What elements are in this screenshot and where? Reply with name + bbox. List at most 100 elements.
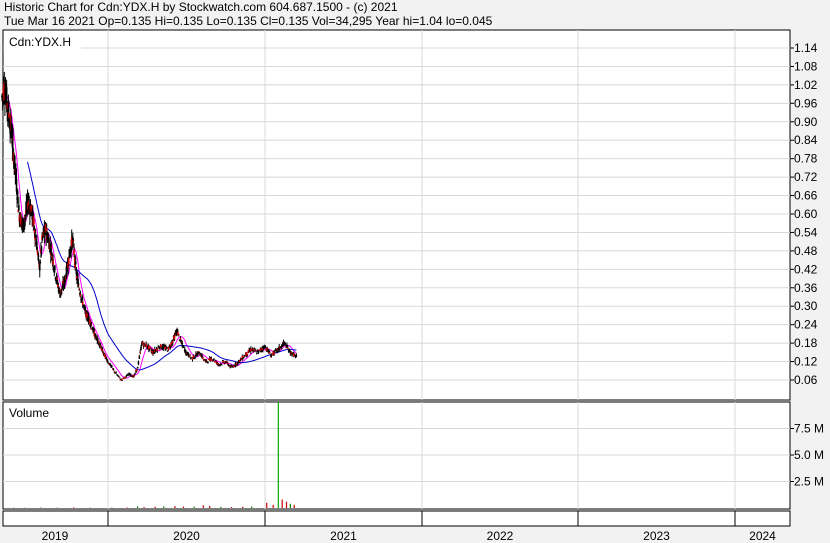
- candle-body: [106, 360, 109, 362]
- volume-tick-label: 7.5 M: [794, 422, 824, 436]
- candle-body: [136, 366, 139, 369]
- candle-body: [33, 229, 36, 234]
- price-tick-label: 0.30: [794, 299, 818, 313]
- price-tick-label: 0.36: [794, 281, 818, 295]
- price-tick-label: 0.60: [794, 207, 818, 221]
- candle-body: [181, 342, 184, 345]
- price-tick-label: 0.06: [794, 373, 818, 387]
- candle-body: [286, 347, 289, 349]
- candle-body: [45, 228, 48, 232]
- price-tick-label: 0.66: [794, 189, 818, 203]
- candle-body: [210, 358, 213, 360]
- candle-body: [129, 373, 132, 376]
- price-tick-label: 0.48: [794, 244, 818, 258]
- candle-body: [118, 377, 121, 379]
- candle-body: [220, 364, 223, 366]
- price-tick-label: 0.18: [794, 336, 818, 350]
- candle-body: [50, 246, 53, 248]
- candle-body: [97, 338, 99, 340]
- candle-body: [284, 343, 287, 345]
- candle-body: [207, 362, 209, 364]
- candle-body: [139, 351, 141, 353]
- candle-body: [12, 138, 14, 140]
- candle-body: [77, 285, 80, 287]
- price-tick-label: 0.54: [794, 225, 818, 239]
- candle-body: [291, 354, 293, 356]
- candle-body: [72, 240, 75, 242]
- candle-body: [171, 340, 174, 343]
- candle-body: [194, 356, 196, 358]
- candle-body: [121, 379, 123, 381]
- candle-body: [123, 378, 125, 380]
- candle-body: [187, 353, 190, 356]
- candle-body: [73, 249, 75, 255]
- candle-body: [173, 335, 176, 340]
- candle-body: [18, 205, 20, 211]
- year-label: 2021: [330, 529, 357, 543]
- candle-body: [177, 334, 180, 336]
- volume-label: Volume: [9, 406, 49, 420]
- candle-body: [138, 356, 141, 359]
- year-label: 2023: [643, 529, 670, 543]
- price-tick-label: 1.02: [794, 78, 818, 92]
- candle-body: [13, 155, 16, 170]
- candle-body: [142, 344, 145, 347]
- x-axis-band: [2, 510, 791, 527]
- candle-body: [52, 259, 54, 266]
- candle-body: [58, 288, 61, 290]
- candle-body: [67, 266, 70, 268]
- candle-body: [133, 374, 135, 377]
- price-axis-ticks: 0.06 0.12 0.18 0.24 0.30 0.36 0.42 0.48 0.54 0.60…: [790, 41, 818, 387]
- price-tick-label: 0.96: [794, 96, 818, 110]
- candle-body: [74, 261, 77, 264]
- candle-body: [54, 265, 56, 271]
- candle-body: [159, 344, 162, 348]
- candle-body: [134, 373, 136, 375]
- year-label: 2024: [749, 529, 776, 543]
- candle-body: [202, 356, 204, 359]
- candle-body: [113, 371, 116, 373]
- candle-body: [79, 294, 82, 297]
- symbol-label: Cdn:YDX.H: [9, 35, 71, 49]
- candle-body: [115, 372, 117, 374]
- candle-body: [213, 359, 215, 361]
- candle-body: [33, 219, 35, 225]
- candle-body: [117, 375, 120, 377]
- stock-chart: 0.06 0.12 0.18 0.24 0.30 0.36 0.42 0.48 0.54 0.60…: [1, 29, 824, 543]
- price-tick-label: 0.12: [794, 355, 818, 369]
- candle-body: [10, 122, 13, 133]
- year-label: 2020: [173, 529, 200, 543]
- candle-body: [127, 374, 129, 376]
- price-tick-label: 0.24: [794, 318, 818, 332]
- price-tick-label: 1.08: [794, 59, 818, 73]
- candle-body: [105, 356, 107, 358]
- price-tick-label: 0.42: [794, 262, 818, 276]
- price-tick-label: 1.14: [794, 41, 818, 55]
- candle-body: [143, 342, 146, 344]
- price-panel-frame: [2, 29, 791, 401]
- candle-body: [111, 366, 113, 368]
- candle-body: [98, 341, 100, 343]
- candle-body: [90, 324, 93, 326]
- candle-body: [135, 368, 138, 371]
- candle-body: [156, 348, 159, 351]
- volume-axis-ticks: 2.5 M 5.0 M 7.5 M: [790, 422, 824, 489]
- candle-body: [257, 350, 260, 353]
- candle-body: [270, 354, 273, 356]
- candle-body: [242, 358, 244, 360]
- year-label: 2022: [487, 529, 514, 543]
- volume-tick-label: 2.5 M: [794, 475, 824, 489]
- candle-body: [37, 255, 40, 257]
- candle-body: [137, 361, 140, 364]
- candle-body: [40, 246, 43, 251]
- candle-body: [78, 288, 81, 291]
- candle-body: [188, 356, 190, 358]
- price-tick-label: 0.90: [794, 115, 818, 129]
- candle-body: [246, 354, 249, 356]
- candle-body: [16, 190, 19, 195]
- candle-body: [268, 351, 271, 354]
- price-tick-label: 0.84: [794, 133, 818, 147]
- candle-body: [34, 236, 37, 238]
- candle-body: [264, 346, 267, 348]
- candle-body: [56, 277, 58, 280]
